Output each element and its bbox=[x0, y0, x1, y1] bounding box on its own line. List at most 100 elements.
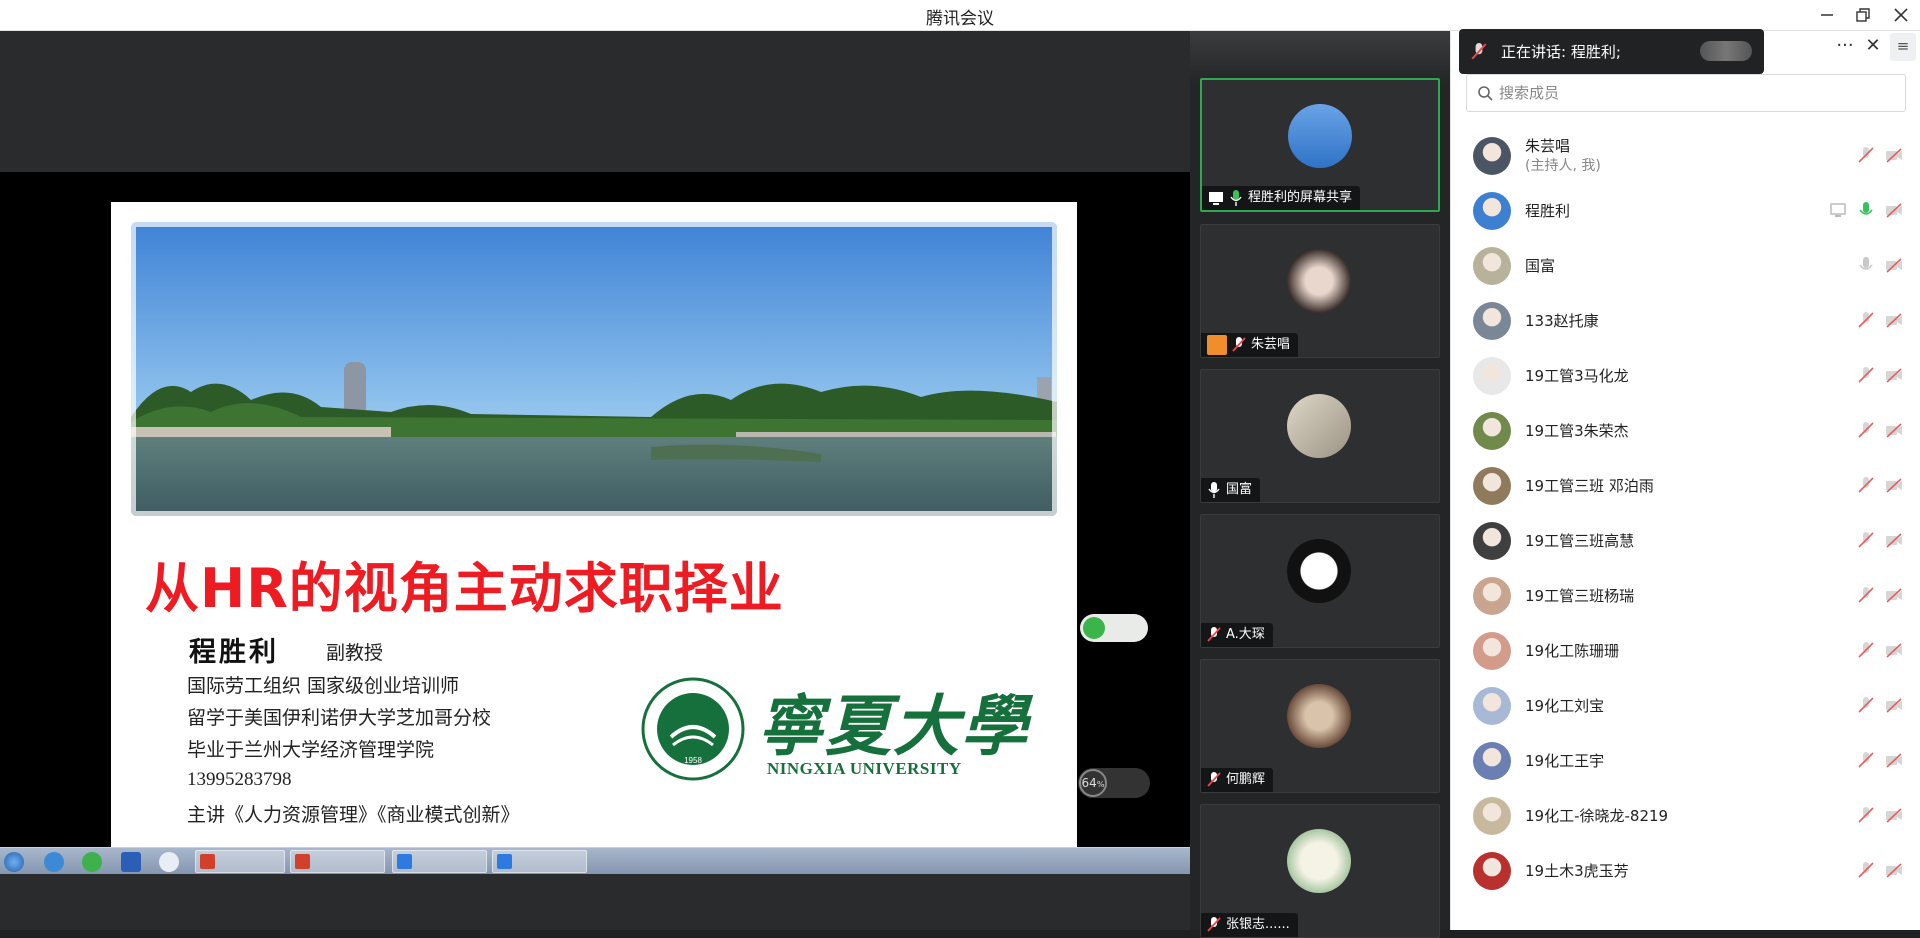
camera-off-icon[interactable] bbox=[1885, 366, 1903, 384]
mic-muted-icon[interactable] bbox=[1857, 366, 1875, 384]
member-row[interactable]: 国富 bbox=[1451, 238, 1920, 293]
member-row[interactable]: 19化工陈珊珊 bbox=[1451, 623, 1920, 678]
video-tile[interactable]: 朱芸唱 bbox=[1200, 224, 1440, 358]
avatar bbox=[1473, 851, 1511, 890]
info-line-phone: 13995283798 bbox=[187, 769, 292, 790]
mic-muted-icon[interactable] bbox=[1857, 751, 1875, 769]
camera-off-icon[interactable] bbox=[1885, 531, 1903, 549]
close-icon bbox=[1894, 8, 1908, 22]
member-row[interactable]: 19工管3马化龙 bbox=[1451, 348, 1920, 403]
tile-label: 国富 bbox=[1201, 478, 1261, 502]
mic-muted-icon[interactable] bbox=[1857, 146, 1875, 164]
speaking-indicator: 正在讲话: 程胜利; bbox=[1459, 29, 1764, 74]
member-row[interactable]: 程胜利 bbox=[1451, 183, 1920, 238]
university-name-en: NINGXIA UNIVERSITY bbox=[767, 759, 962, 778]
window-icon bbox=[121, 851, 141, 872]
member-search[interactable] bbox=[1466, 74, 1906, 112]
camera-off-icon[interactable] bbox=[1885, 201, 1903, 219]
close-panel-button[interactable]: ✕ bbox=[1862, 34, 1884, 60]
screen-share-area[interactable]: 从HR的视角主动求职择业 程胜利 副教授 国际劳工组织 国家级创业培训师 留学于… bbox=[0, 31, 1190, 930]
mic-muted-icon bbox=[1232, 337, 1246, 352]
member-row[interactable]: 19工管三班 邓泊雨 bbox=[1451, 458, 1920, 513]
university-logo: 1958 bbox=[641, 677, 745, 781]
title-bar: 腾讯会议 bbox=[0, 0, 1920, 31]
camera-off-icon[interactable] bbox=[1885, 146, 1903, 164]
avatar bbox=[1287, 684, 1351, 748]
member-row[interactable]: 133赵托康 bbox=[1451, 293, 1920, 348]
member-list-toggle[interactable]: ≡ bbox=[1890, 33, 1916, 61]
mic-muted-icon[interactable] bbox=[1857, 531, 1875, 549]
member-row[interactable]: 19工管三班高慧 bbox=[1451, 513, 1920, 568]
window-title: 腾讯会议 bbox=[926, 9, 994, 29]
camera-off-icon[interactable] bbox=[1885, 421, 1903, 439]
member-row[interactable]: 19土木3虎玉芳 bbox=[1451, 843, 1920, 898]
mic-on-icon[interactable] bbox=[1857, 201, 1875, 219]
mic-muted-icon[interactable] bbox=[1857, 696, 1875, 714]
host-icon bbox=[1207, 335, 1227, 355]
camera-off-icon[interactable] bbox=[1885, 476, 1903, 494]
tile-label: 张银志...... bbox=[1201, 913, 1298, 937]
taskbar-meeting-1 bbox=[392, 850, 487, 873]
slide-title: 从HR的视角主动求职择业 bbox=[145, 557, 784, 620]
avatar bbox=[1473, 301, 1511, 340]
shared-slide: 从HR的视角主动求职择业 程胜利 副教授 国际劳工组织 国家级创业培训师 留学于… bbox=[111, 202, 1077, 847]
screen-share-icon bbox=[1830, 203, 1846, 217]
member-row[interactable]: 19工管三班杨瑞 bbox=[1451, 568, 1920, 623]
video-tile[interactable]: A.大琛 bbox=[1200, 514, 1440, 648]
member-row[interactable]: 19化工王宇 bbox=[1451, 733, 1920, 788]
member-row[interactable]: 19化工-徐晓龙-8219 bbox=[1451, 788, 1920, 843]
minimize-button[interactable] bbox=[1814, 2, 1840, 28]
mic-muted-icon[interactable] bbox=[1857, 806, 1875, 824]
close-window-button[interactable] bbox=[1888, 2, 1914, 28]
presenter-title: 副教授 bbox=[326, 642, 384, 664]
avatar bbox=[1473, 466, 1511, 505]
remote-taskbar bbox=[0, 847, 1190, 874]
mic-icon bbox=[1208, 482, 1220, 498]
avatar bbox=[1287, 829, 1351, 893]
more-options-button[interactable]: ··· bbox=[1834, 34, 1856, 60]
member-row[interactable]: 19化工刘宝 bbox=[1451, 678, 1920, 733]
member-name: 国富 bbox=[1525, 256, 1556, 275]
search-icon bbox=[1478, 86, 1493, 101]
presenter-name: 程胜利 bbox=[189, 637, 279, 668]
avatar bbox=[1473, 631, 1511, 670]
member-row[interactable]: 朱芸唱 (主持人, 我) bbox=[1451, 128, 1920, 183]
camera-off-icon[interactable] bbox=[1885, 311, 1903, 329]
mic-muted-icon[interactable] bbox=[1857, 586, 1875, 604]
video-strip: 程胜利的屏幕共享 朱芸唱 国富 A.大琛 何鹏辉 张银志...... bbox=[1190, 31, 1450, 938]
member-row[interactable]: 19工管3朱荣杰 bbox=[1451, 403, 1920, 458]
avatar bbox=[1473, 796, 1511, 835]
video-tile-screen-share[interactable]: 程胜利的屏幕共享 bbox=[1200, 78, 1440, 212]
camera-off-icon[interactable] bbox=[1885, 806, 1903, 824]
slide-landscape-photo bbox=[131, 222, 1057, 516]
tile-label: 朱芸唱 bbox=[1201, 333, 1299, 357]
mic-muted-icon[interactable] bbox=[1857, 311, 1875, 329]
camera-off-icon[interactable] bbox=[1885, 861, 1903, 879]
camera-off-icon[interactable] bbox=[1885, 696, 1903, 714]
member-name: 19化工-徐晓龙-8219 bbox=[1525, 806, 1669, 825]
video-tile[interactable]: 何鹏辉 bbox=[1200, 659, 1440, 793]
taskbar-ppt-2 bbox=[290, 850, 385, 873]
mic-muted-icon[interactable] bbox=[1857, 641, 1875, 659]
restore-button[interactable] bbox=[1850, 2, 1876, 28]
mic-muted-icon[interactable] bbox=[1857, 421, 1875, 439]
member-name: 19工管3马化龙 bbox=[1525, 366, 1629, 385]
video-tile[interactable]: 张银志...... bbox=[1200, 804, 1440, 938]
search-input[interactable] bbox=[1499, 84, 1879, 102]
app-icon bbox=[159, 851, 179, 872]
start-icon bbox=[4, 851, 24, 872]
restore-icon bbox=[1856, 8, 1870, 22]
svg-text:1958: 1958 bbox=[684, 756, 702, 765]
camera-off-icon[interactable] bbox=[1885, 256, 1903, 274]
mic-muted-icon[interactable] bbox=[1857, 861, 1875, 879]
avatar bbox=[1287, 249, 1351, 313]
camera-off-icon[interactable] bbox=[1885, 641, 1903, 659]
browser-icon bbox=[82, 851, 102, 872]
mic-muted-icon bbox=[1207, 627, 1221, 642]
mic-muted-icon[interactable] bbox=[1857, 476, 1875, 494]
tile-label: 何鹏辉 bbox=[1201, 768, 1274, 792]
camera-off-icon[interactable] bbox=[1885, 751, 1903, 769]
mic-icon[interactable] bbox=[1857, 256, 1875, 274]
video-tile[interactable]: 国富 bbox=[1200, 369, 1440, 503]
camera-off-icon[interactable] bbox=[1885, 586, 1903, 604]
